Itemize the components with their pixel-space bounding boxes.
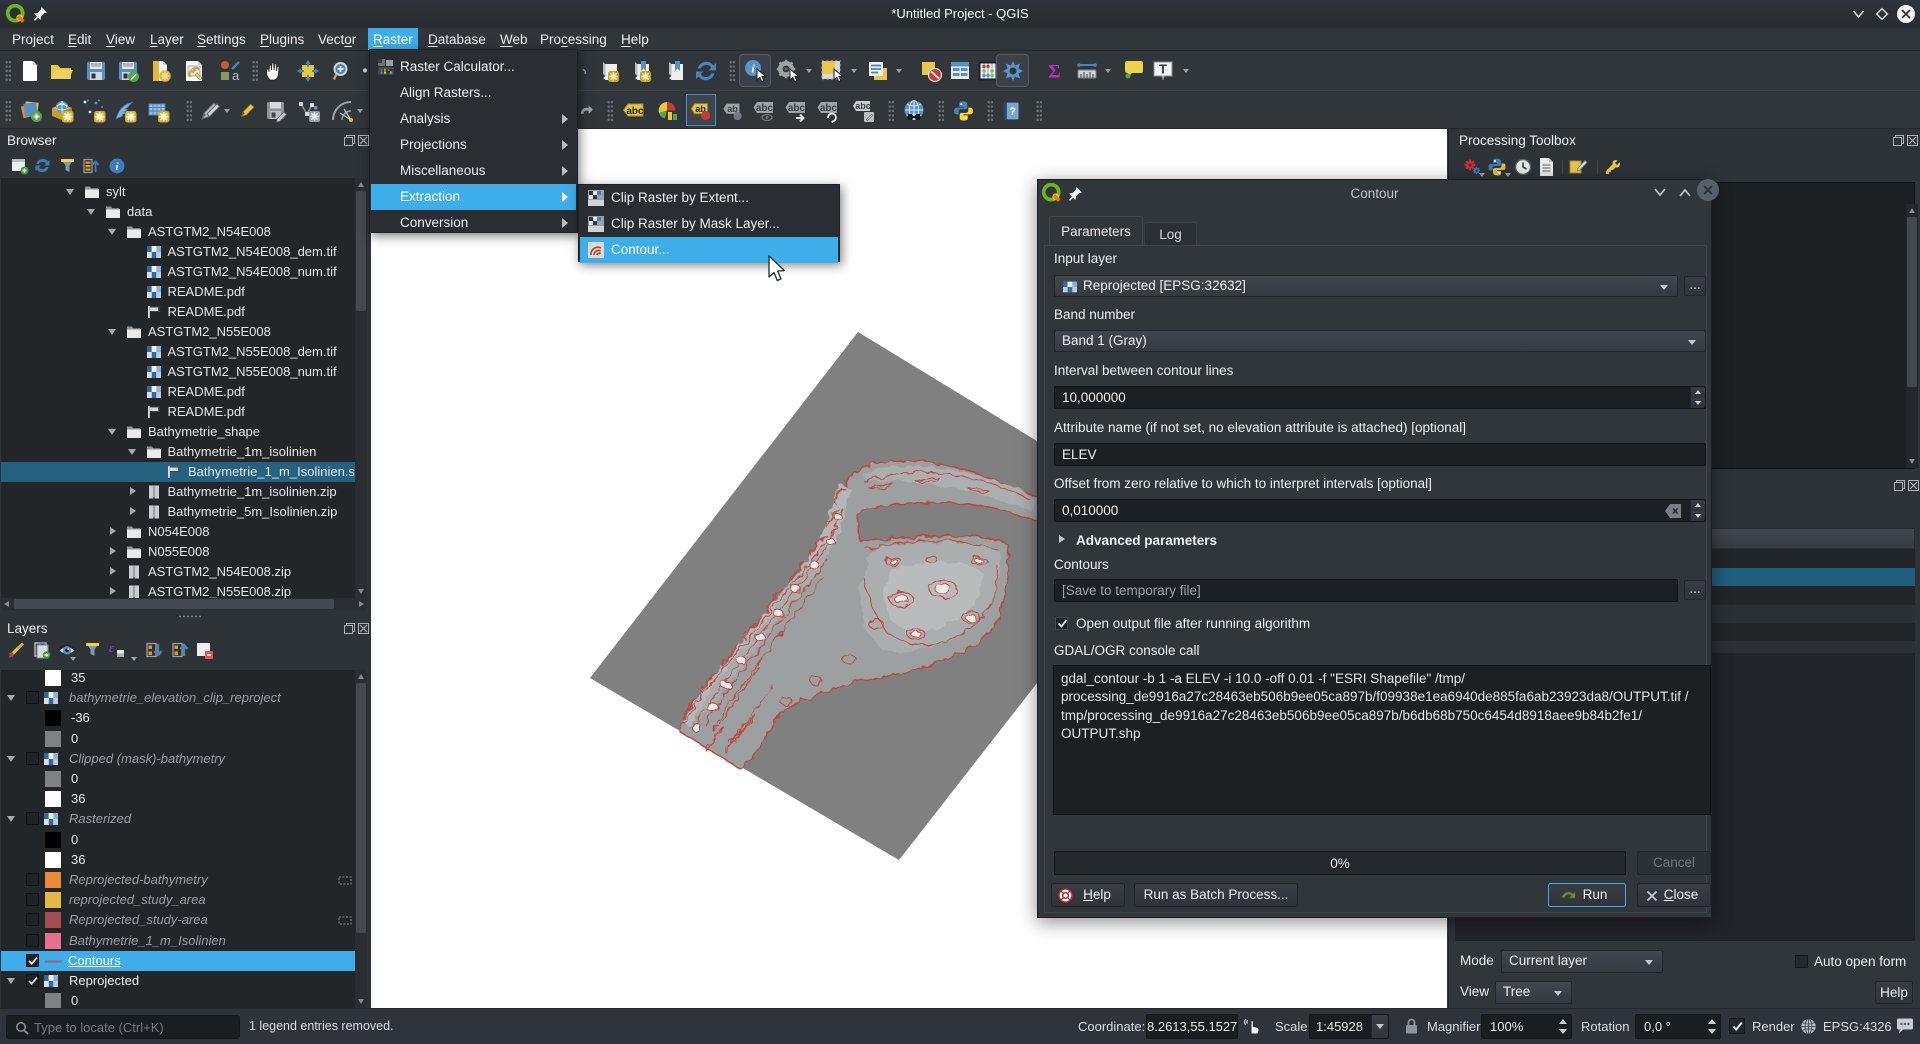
svg-text:?: ? (1009, 106, 1016, 118)
svg-text:abc: abc (626, 106, 644, 117)
svg-text:ε: ε (109, 640, 115, 655)
svg-text:abc: abc (788, 103, 806, 114)
svg-text:Σ: Σ (1048, 62, 1061, 83)
svg-text:a: a (232, 68, 240, 83)
svg-text:abc: abc (756, 103, 774, 114)
svg-text:abc: abc (855, 101, 871, 111)
svg-text:T: T (1159, 62, 1167, 77)
svg-text:abc: abc (820, 103, 838, 114)
